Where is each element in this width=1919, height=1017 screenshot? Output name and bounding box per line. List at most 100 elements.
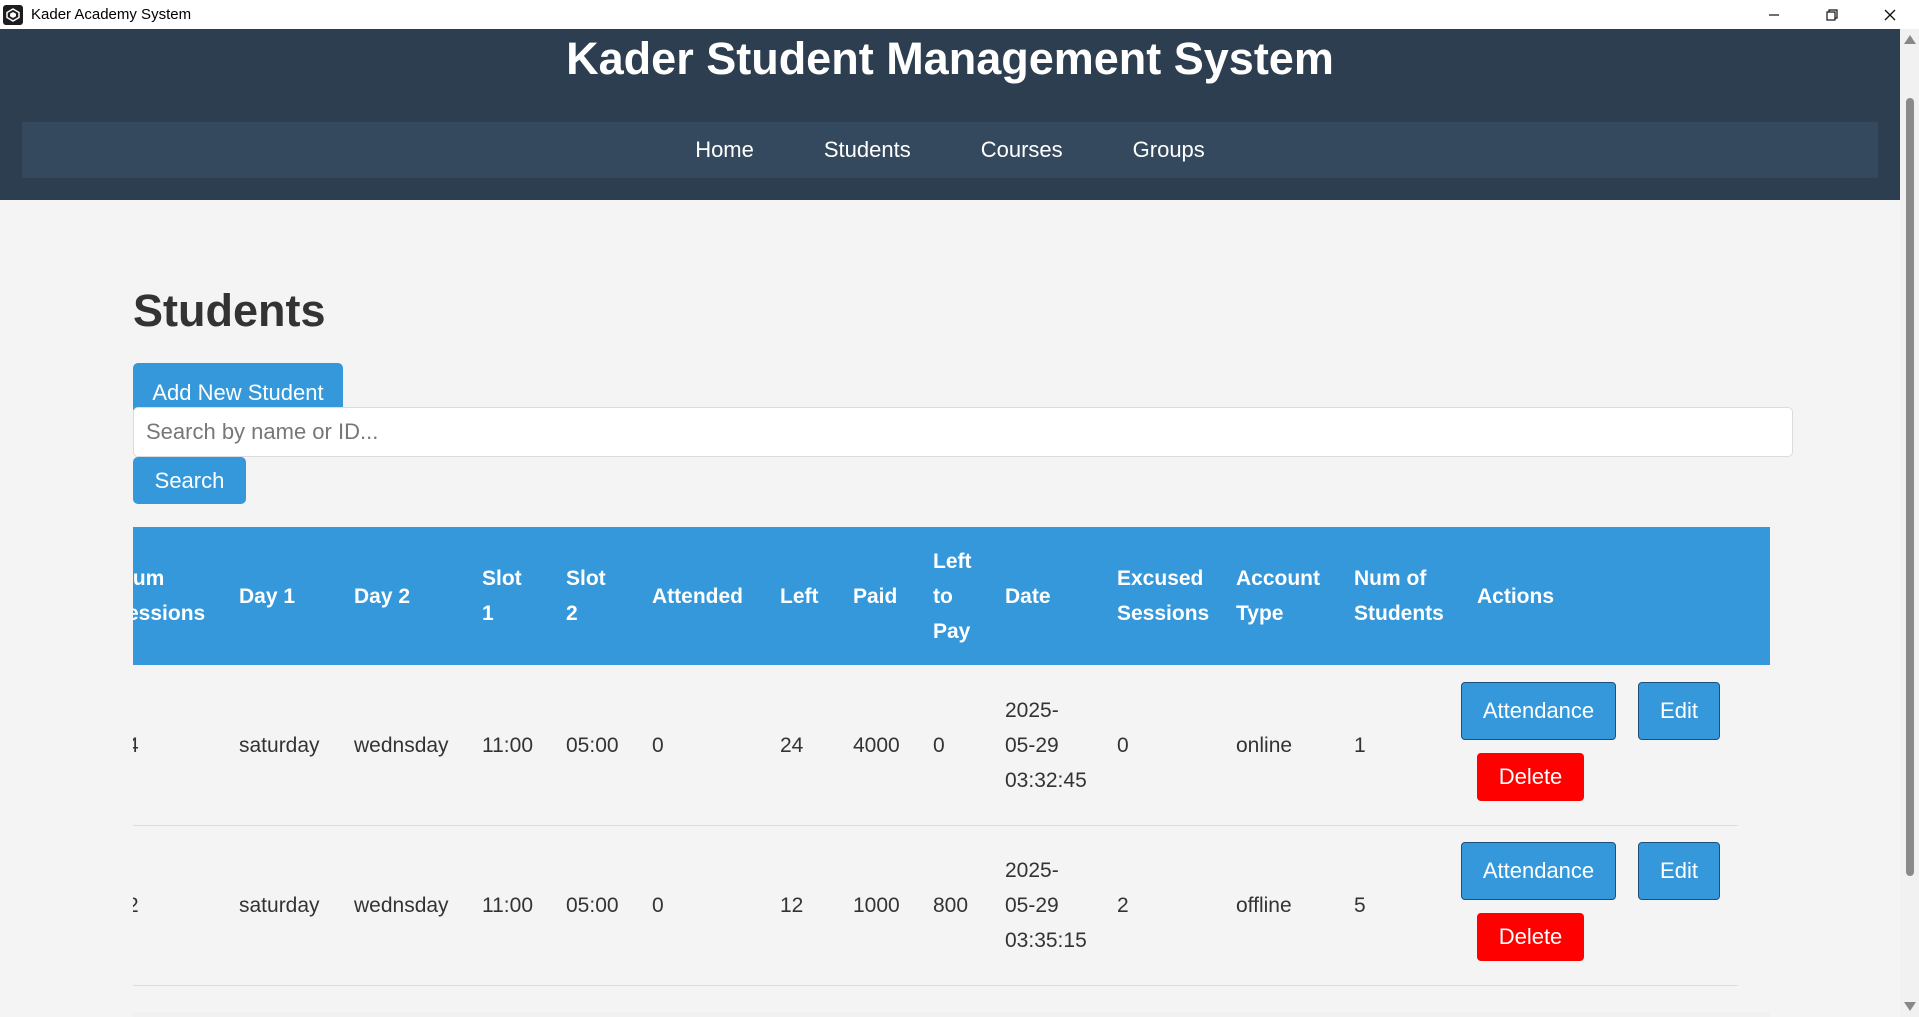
column-header-excused-sessions: Excused Sessions <box>1117 527 1209 665</box>
search-button[interactable]: Search <box>133 457 246 504</box>
cell-date: 2025- 05-29 03:32:45 <box>1005 665 1087 825</box>
column-header-line: Day 1 <box>239 584 296 608</box>
column-header-line: to <box>933 584 953 608</box>
window-titlebar: Kader Academy System <box>0 0 1919 29</box>
cell-attended: 0 <box>652 733 664 757</box>
site-title: Kader Student Management System <box>566 33 1334 84</box>
column-header-line: Excused <box>1117 567 1204 590</box>
column-header-line: Slot <box>566 567 606 590</box>
cell-paid: 1000 <box>853 893 900 917</box>
restore-icon[interactable] <box>1803 0 1861 29</box>
horizontal-scrollbar[interactable] <box>133 1012 1770 1017</box>
column-header-actions: Actions <box>1477 527 1554 665</box>
cell-left-to-pay: 800 <box>933 893 969 917</box>
cell-day-1: saturday <box>239 893 320 917</box>
cell-paid: 4000 <box>853 733 900 757</box>
cell-line: 03:32:45 <box>1005 768 1087 792</box>
search-input[interactable] <box>133 407 1793 457</box>
cell-num-of-students: 1 <box>1354 733 1366 757</box>
column-header-line: 2 <box>566 602 578 625</box>
cell-attended: 0 <box>652 893 664 917</box>
column-header-line: Account <box>1236 567 1320 590</box>
cell-account-type: online <box>1236 733 1293 757</box>
scroll-down-icon[interactable] <box>1904 1002 1916 1011</box>
cell-slot-1: 11:00 <box>482 893 533 917</box>
cell-day-2: wednsday <box>354 893 449 917</box>
column-header-line: Pay <box>933 619 971 643</box>
cell-line: 05-29 <box>1005 893 1059 917</box>
column-header-line: 1 <box>482 602 494 625</box>
site-header: Kader Student Management System Home Stu… <box>0 29 1900 200</box>
edit-button[interactable]: Edit <box>1638 842 1720 900</box>
cell-num-sessions: 4 <box>133 665 139 825</box>
column-header-line: Left <box>780 584 819 608</box>
app-logo-icon <box>3 4 23 25</box>
column-header-line: Attended <box>652 584 743 608</box>
column-header-line: Left <box>933 549 972 573</box>
column-header-line: Slot <box>482 567 522 590</box>
column-header-num-of-students: Num of Students <box>1354 527 1444 665</box>
column-header-line: lum <box>133 567 165 590</box>
cell-slot-2: 05:00 <box>566 893 619 917</box>
cell-excused-sessions: 0 <box>1117 733 1129 757</box>
delete-button[interactable]: Delete <box>1477 913 1584 961</box>
column-header-day-1: Day 1 <box>239 527 295 665</box>
cell-left: 24 <box>780 733 804 757</box>
vertical-scrollbar[interactable] <box>1900 29 1919 1017</box>
vertical-scroll-thumb[interactable] <box>1906 98 1914 876</box>
edit-button[interactable]: Edit <box>1638 682 1720 740</box>
cell-day-2: wednsday <box>354 733 449 757</box>
column-header-line: Num of <box>1354 567 1427 590</box>
cell-line: 05-29 <box>1005 733 1059 757</box>
close-icon[interactable] <box>1861 0 1919 29</box>
delete-button[interactable]: Delete <box>1477 753 1584 801</box>
column-header-line: Paid <box>853 584 898 608</box>
students-table: lum essions Day 1 Day 2 Slot 1 Slot 2 Attended Le… <box>133 527 1770 1009</box>
nav-students[interactable]: Students <box>824 137 911 163</box>
column-header-date: Date <box>1005 527 1051 665</box>
nav-courses[interactable]: Courses <box>981 137 1063 163</box>
column-header-attended: Attended <box>652 527 743 665</box>
cell-num-sessions: 2 <box>133 825 139 985</box>
table-header: lum essions Day 1 Day 2 Slot 1 Slot 2 Attended Le… <box>133 527 1770 665</box>
nav-groups[interactable]: Groups <box>1133 137 1205 163</box>
page-title: Students <box>133 285 326 336</box>
column-header-line: Day 2 <box>354 584 411 608</box>
column-header-line: Date <box>1005 584 1051 608</box>
column-header-line: Students <box>1354 602 1444 625</box>
cell-slot-1: 11:00 <box>482 733 533 757</box>
column-header-account-type: Account Type <box>1236 527 1320 665</box>
column-header-line: essions <box>133 602 206 625</box>
cell-slot-2: 05:00 <box>566 733 619 757</box>
column-header-day-2: Day 2 <box>354 527 410 665</box>
add-student-button[interactable]: Add New Student <box>133 363 343 410</box>
scroll-up-icon[interactable] <box>1904 35 1916 44</box>
column-header-num-sessions: lum essions <box>133 527 205 665</box>
cell-line: 2025- <box>1005 698 1059 722</box>
window-controls <box>1745 0 1919 29</box>
column-header-left-to-pay: Left to Pay <box>933 527 972 665</box>
cell-excused-sessions: 2 <box>1117 893 1129 917</box>
main-nav: Home Students Courses Groups <box>22 122 1878 178</box>
cell-line: 03:35:15 <box>1005 928 1087 952</box>
column-header-line: Actions <box>1477 584 1555 608</box>
cell-account-type: offline <box>1236 893 1292 917</box>
column-header-slot-1: Slot 1 <box>482 527 522 665</box>
row-divider <box>133 985 1738 986</box>
column-header-slot-2: Slot 2 <box>566 527 606 665</box>
nav-home[interactable]: Home <box>695 137 754 163</box>
cell-left-to-pay: 0 <box>933 733 945 757</box>
column-header-line: Sessions <box>1117 602 1210 625</box>
cell-date: 2025- 05-29 03:35:15 <box>1005 825 1087 985</box>
attendance-button[interactable]: Attendance <box>1461 842 1616 900</box>
cell-line: 2025- <box>1005 858 1059 882</box>
cell-left: 12 <box>780 893 804 917</box>
page-viewport: Kader Student Management System Home Stu… <box>0 29 1900 1017</box>
column-header-paid: Paid <box>853 527 897 665</box>
window-title: Kader Academy System <box>31 6 192 23</box>
attendance-button[interactable]: Attendance <box>1461 682 1616 740</box>
column-header-line: Type <box>1236 602 1284 625</box>
column-header-left: Left <box>780 527 819 665</box>
minimize-icon[interactable] <box>1745 0 1803 29</box>
cell-day-1: saturday <box>239 733 320 757</box>
